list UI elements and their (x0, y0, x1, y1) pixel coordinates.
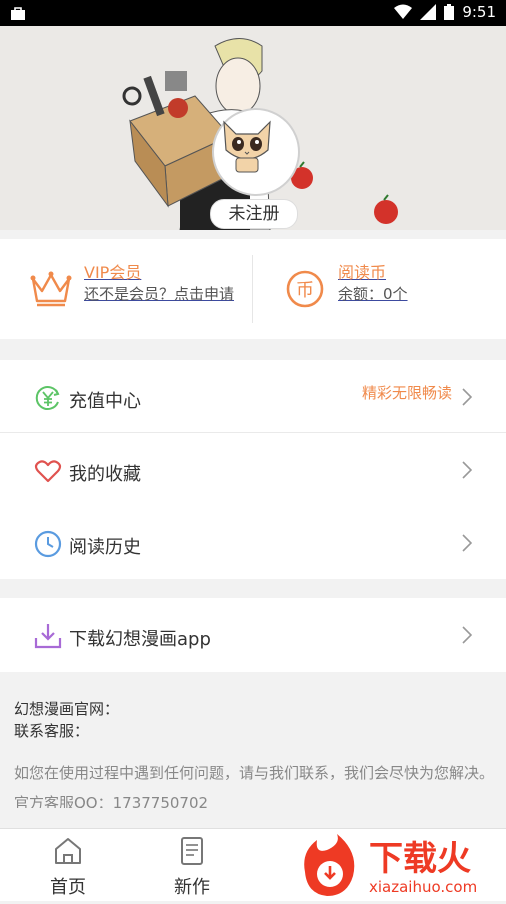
download-section: 下载幻想漫画app (0, 598, 506, 672)
vip-title[interactable]: VIP会员 (84, 259, 141, 283)
watermark-url: xiazaihuo.com (369, 878, 477, 896)
tab-label: 首页 (50, 877, 86, 898)
help-text: 如您在使用过程中遇到任何问题，请与我们联系，我们会尽快为您解决。 (14, 764, 495, 782)
customer-service-label: 联系客服： (14, 722, 90, 740)
clock-icon (34, 530, 62, 558)
menu-label: 阅读历史 (69, 537, 141, 558)
shopping-bag-icon (11, 7, 25, 20)
crown-icon (30, 271, 72, 307)
menu-label: 充值中心 (69, 391, 141, 412)
svg-text:币: 币 (296, 280, 314, 301)
official-site-label: 幻想漫画官网： (14, 700, 120, 718)
membership-panel: VIP会员 还不是会员？点击申请 币 阅读币 余额：0个 (0, 239, 506, 339)
profile-banner: 未注册 (0, 26, 506, 230)
menu-note: 精彩无限畅读 (361, 384, 452, 402)
register-button[interactable]: 未注册 (210, 199, 298, 229)
chevron-right-icon (462, 388, 472, 406)
chevron-right-icon (462, 534, 472, 552)
new-book-icon (181, 837, 203, 865)
cat-avatar-icon (223, 120, 271, 173)
home-icon (55, 838, 81, 864)
watermark-logo: 下载火 xiazaihuo.com (297, 832, 506, 900)
recharge-yen-icon (35, 386, 60, 410)
divider-strip (0, 230, 506, 239)
status-time: 9:51 (462, 3, 496, 21)
vip-member-card[interactable]: VIP会员 还不是会员？点击申请 (0, 239, 252, 339)
qq-label: 官方客服QQ：1737750702 (14, 794, 209, 808)
menu-item-recharge[interactable]: 充值中心 精彩无限畅读 (0, 360, 506, 433)
watermark-text: 下载火 (369, 839, 471, 879)
chevron-right-icon (462, 626, 472, 644)
tab-home[interactable]: 首页 (28, 829, 108, 901)
menu-item-favorites[interactable]: 我的收藏 (0, 433, 506, 506)
avatar[interactable] (212, 108, 300, 196)
tab-new[interactable]: 新作 (152, 829, 232, 901)
menu-item-download-app[interactable]: 下载幻想漫画app (0, 598, 506, 671)
wifi-icon (394, 4, 413, 19)
coins-title[interactable]: 阅读币 (338, 259, 386, 283)
download-icon (34, 624, 62, 649)
download-label: 下载幻想漫画app (69, 629, 211, 650)
tab-label: 新作 (174, 877, 210, 898)
signal-icon (420, 4, 437, 20)
coins-balance[interactable]: 余额：0个 (338, 283, 408, 304)
flame-logo-icon: 下载火 xiazaihuo.com (297, 832, 506, 900)
coins-card[interactable]: 币 阅读币 余额：0个 (253, 239, 506, 339)
coin-icon: 币 (286, 270, 324, 308)
battery-icon (444, 4, 455, 20)
menu-list: 充值中心 精彩无限畅读 我的收藏 阅读历史 (0, 360, 506, 579)
contact-info: 幻想漫画官网： 联系客服： 如您在使用过程中遇到任何问题，请与我们联系，我们会尽… (14, 698, 494, 808)
status-bar: 9:51 (0, 0, 506, 26)
chevron-right-icon (462, 461, 472, 479)
menu-item-history[interactable]: 阅读历史 (0, 506, 506, 579)
vip-subtitle[interactable]: 还不是会员？点击申请 (84, 283, 234, 304)
heart-icon (34, 460, 62, 483)
menu-label: 我的收藏 (69, 464, 141, 485)
